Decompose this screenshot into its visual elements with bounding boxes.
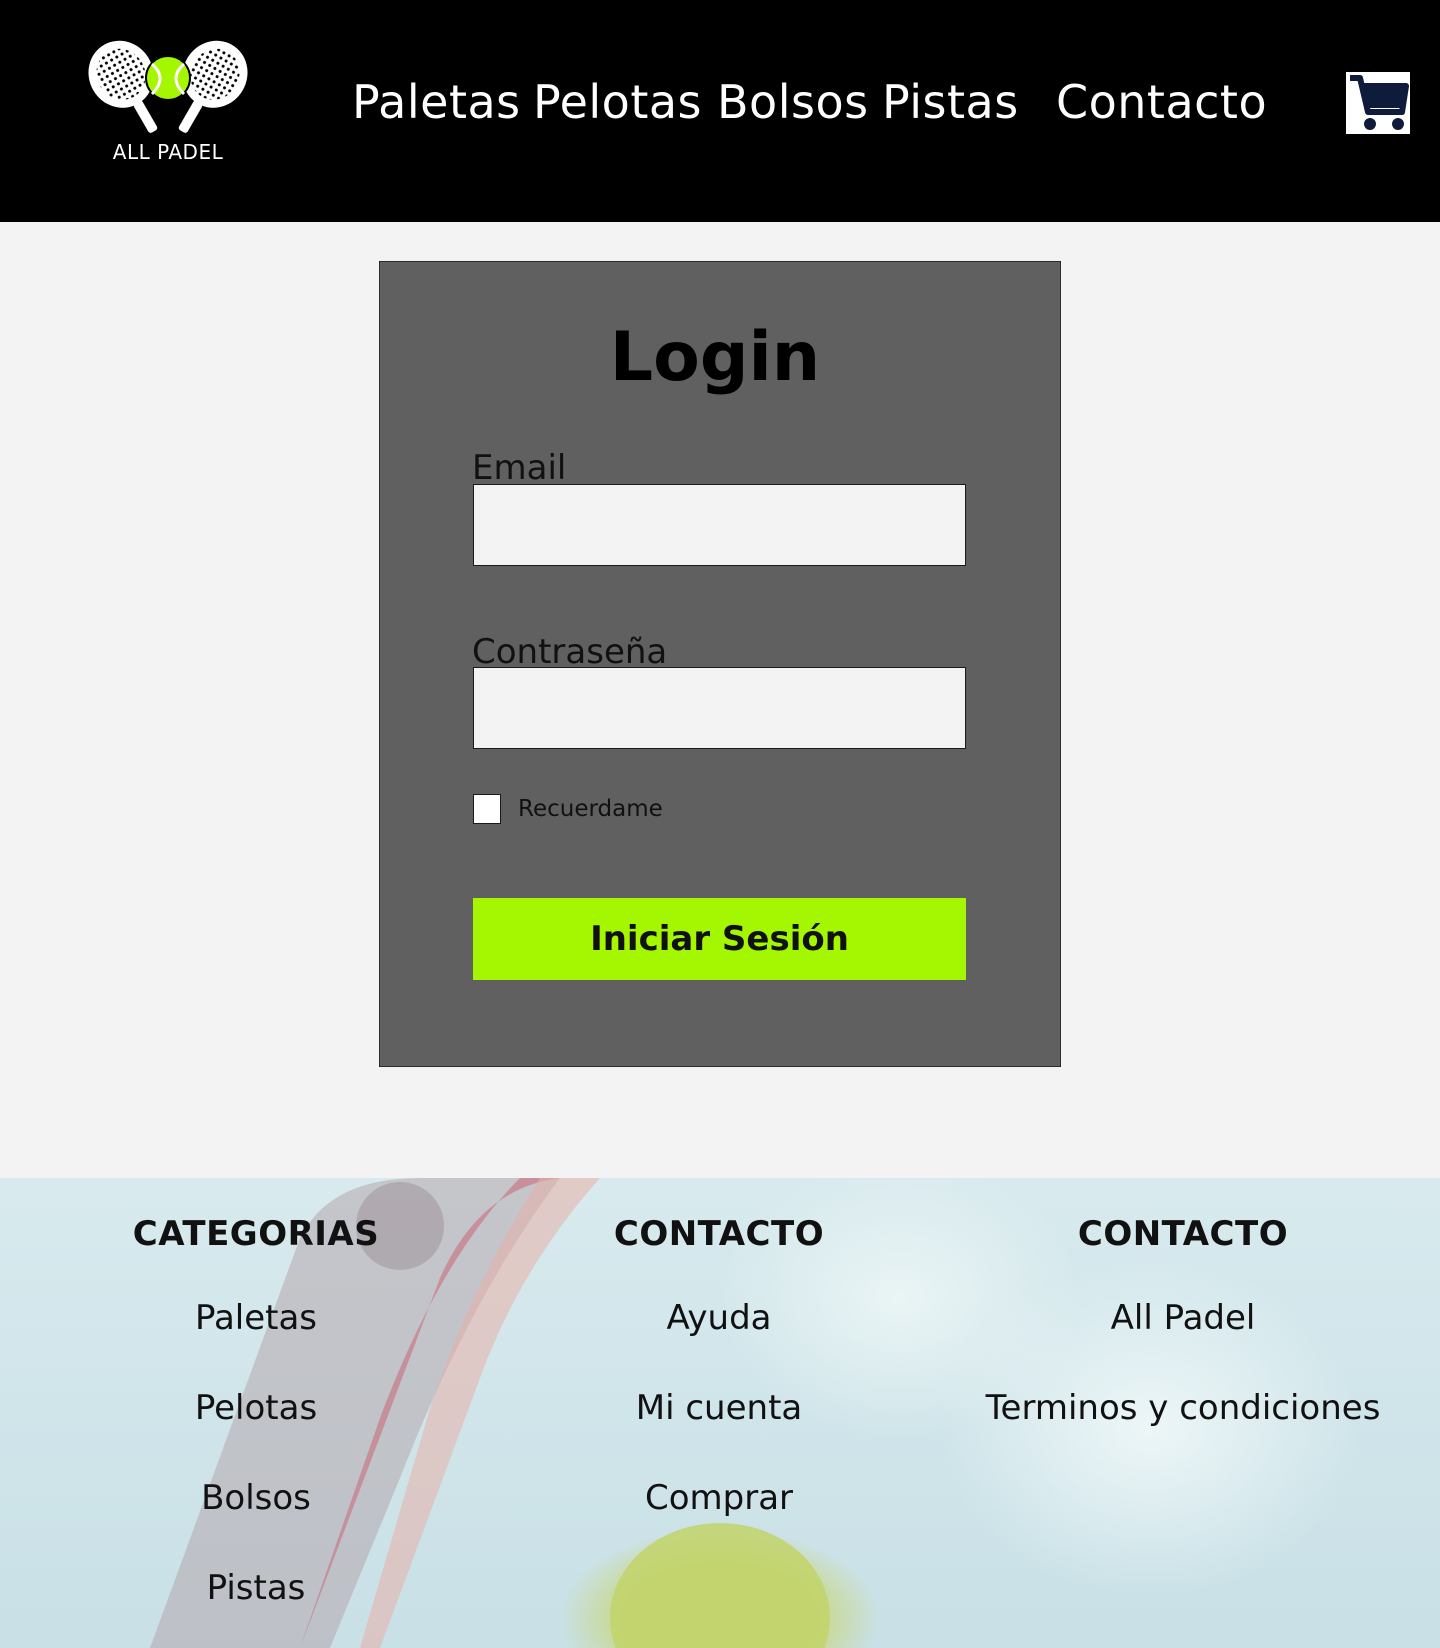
site-header: ALL PADEL Paletas Pelotas Bolsos Pistas … (0, 0, 1440, 222)
footer-heading-contacto: CONTACTO (613, 1214, 825, 1254)
all-padel-logo[interactable]: ALL PADEL (82, 36, 254, 168)
remember-checkbox[interactable] (473, 794, 501, 824)
footer-link-pistas[interactable]: Pistas (26, 1568, 486, 1608)
padel-rackets-logo-icon (88, 40, 248, 133)
nav-link-paletas[interactable]: Paletas (352, 72, 521, 132)
login-title: Login (609, 318, 821, 397)
footer-link-all-padel[interactable]: All Padel (953, 1298, 1413, 1338)
nav-link-pistas[interactable]: Pistas (882, 72, 1019, 132)
footer-link-pelotas[interactable]: Pelotas (26, 1388, 486, 1428)
footer-link-ayuda[interactable]: Ayuda (489, 1298, 949, 1338)
footer-heading-categorias: CATEGORIAS (132, 1214, 380, 1254)
login-submit-button[interactable]: Iniciar Sesión (473, 898, 966, 980)
footer-heading-contacto-2: CONTACTO (1077, 1214, 1289, 1254)
footer-link-bolsos[interactable]: Bolsos (26, 1478, 486, 1518)
footer-link-paletas[interactable]: Paletas (26, 1298, 486, 1338)
site-footer: CATEGORIAS Paletas Pelotas Bolsos Pistas… (0, 1178, 1440, 1648)
footer-link-terminos[interactable]: Terminos y condiciones (953, 1388, 1413, 1428)
nav-link-contacto[interactable]: Contacto (1056, 72, 1267, 132)
footer-link-mi-cuenta[interactable]: Mi cuenta (489, 1388, 949, 1428)
email-field[interactable] (473, 484, 966, 566)
nav-link-bolsos[interactable]: Bolsos (717, 72, 869, 132)
footer-link-comprar[interactable]: Comprar (489, 1478, 949, 1518)
logo-text: ALL PADEL (112, 140, 224, 164)
password-label: Contraseña (472, 632, 668, 672)
email-label: Email (472, 448, 567, 488)
remember-label[interactable]: Recuerdame (518, 794, 663, 824)
shopping-cart-icon[interactable] (1346, 72, 1410, 134)
login-card: Login Email Contraseña Recuerdame Inicia… (379, 261, 1061, 1067)
nav-link-pelotas[interactable]: Pelotas (533, 72, 702, 132)
password-field[interactable] (473, 667, 966, 749)
